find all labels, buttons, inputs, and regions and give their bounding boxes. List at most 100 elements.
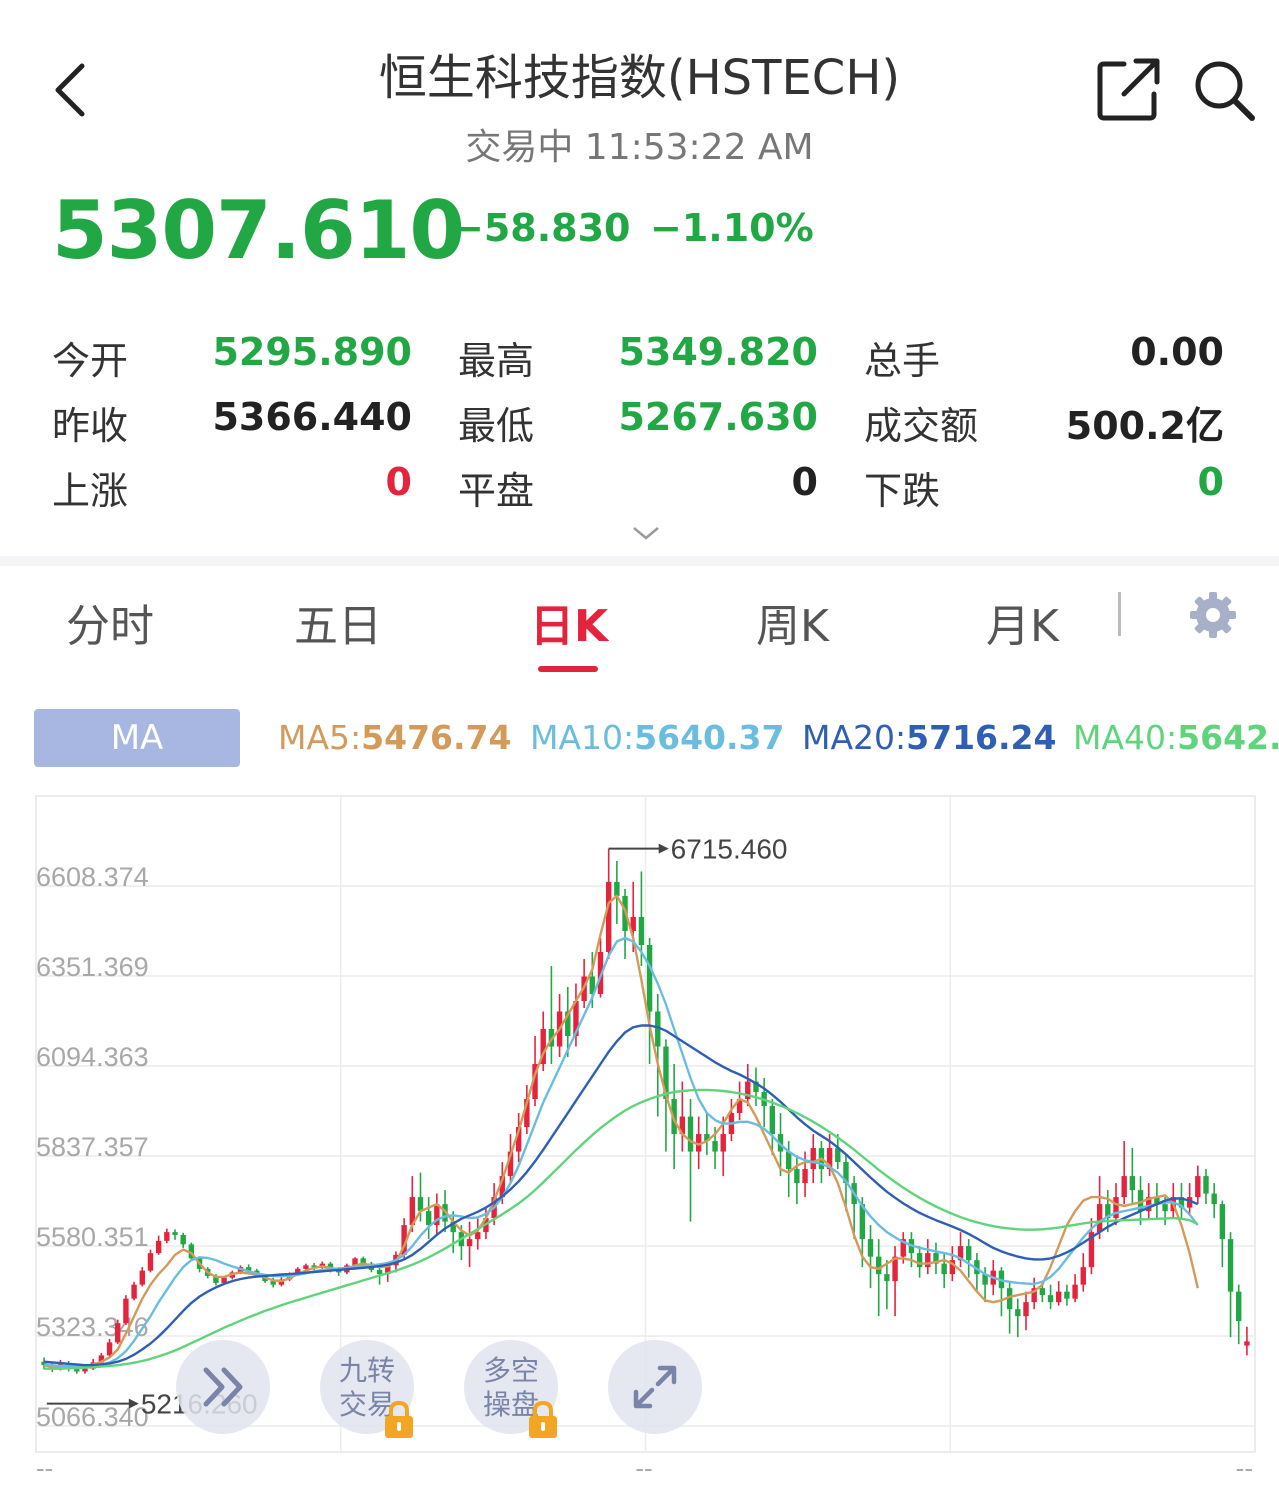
prev-close-value: 5366.440 bbox=[212, 395, 412, 439]
y-tick-label: 6351.369 bbox=[36, 952, 149, 982]
candle-body bbox=[1203, 1176, 1209, 1194]
candle-body bbox=[810, 1148, 816, 1170]
candle-body bbox=[925, 1253, 931, 1268]
lock-icon bbox=[385, 1400, 413, 1438]
ma10-value: 5640.37 bbox=[634, 718, 785, 757]
candle-body bbox=[794, 1169, 800, 1184]
open-label: 今开 bbox=[52, 339, 129, 383]
candle-body bbox=[425, 1211, 432, 1226]
ma40-legend: MA40:5642.5 bbox=[1073, 718, 1279, 757]
candle-body bbox=[916, 1253, 923, 1268]
ma5-value: 5476.74 bbox=[361, 718, 512, 757]
candle-body bbox=[1047, 1295, 1054, 1303]
candle-body bbox=[1039, 1288, 1046, 1296]
y-tick-label: 5580.351 bbox=[36, 1222, 149, 1252]
candle-body bbox=[720, 1134, 726, 1152]
ma-lines bbox=[43, 894, 1199, 1370]
y-axis-ticks: 6608.374 6351.369 6094.363 5837.357 5580.351… bbox=[36, 862, 149, 1432]
candle-body bbox=[115, 1323, 121, 1343]
ma5-label: MA5: bbox=[278, 718, 362, 757]
open-value: 5295.890 bbox=[212, 330, 412, 374]
candle-body bbox=[466, 1239, 473, 1247]
candle-body bbox=[1129, 1176, 1136, 1191]
price-change: −58.830 bbox=[452, 206, 631, 250]
y-tick-label: 6094.363 bbox=[36, 1042, 149, 1072]
tab-monthly-k[interactable]: 月K bbox=[986, 590, 1059, 654]
max-value-label: 6715.460 bbox=[671, 834, 788, 865]
candle-body bbox=[172, 1232, 178, 1235]
expand-icon bbox=[633, 1365, 677, 1409]
tab-daily-k[interactable]: 日K bbox=[530, 590, 608, 654]
candle-body bbox=[1244, 1341, 1250, 1346]
prev-close-label: 昨收 bbox=[52, 404, 129, 448]
y-tick-label: 5837.357 bbox=[36, 1132, 149, 1162]
candle-body bbox=[1195, 1176, 1201, 1198]
search-icon[interactable] bbox=[1192, 58, 1256, 122]
turnover-label: 成交额 bbox=[864, 404, 979, 448]
candle-body bbox=[376, 1269, 383, 1275]
x-axis-label: -- bbox=[36, 1453, 53, 1483]
candle-body bbox=[1121, 1176, 1127, 1198]
fullscreen-button[interactable] bbox=[608, 1340, 702, 1434]
double-chevron-right-icon bbox=[203, 1367, 243, 1407]
tab-weekly-k[interactable]: 周K bbox=[756, 590, 829, 654]
candle-body bbox=[966, 1246, 972, 1261]
candle-body bbox=[82, 1368, 88, 1372]
advancers-label: 上涨 bbox=[52, 469, 129, 513]
x-axis-label: -- bbox=[1236, 1453, 1253, 1483]
chart-period-tabs: 分时 五日 日K 周K 月K bbox=[0, 580, 1279, 680]
candle-body bbox=[131, 1284, 137, 1299]
ma-indicator-button[interactable]: MA bbox=[34, 709, 240, 767]
volume-label: 总手 bbox=[864, 339, 941, 383]
candle-body bbox=[1072, 1284, 1078, 1299]
candle-body bbox=[875, 1256, 882, 1275]
unchanged-label: 平盘 bbox=[458, 469, 535, 513]
gear-icon[interactable] bbox=[1188, 590, 1238, 640]
tab-intraday[interactable]: 分时 bbox=[66, 590, 154, 654]
candle-body bbox=[1080, 1267, 1086, 1285]
trading-status: 交易中 11:53:22 AM bbox=[465, 127, 814, 168]
advancers-value: 0 bbox=[385, 460, 412, 504]
current-price: 5307.610 bbox=[52, 184, 465, 277]
candle-body bbox=[1219, 1204, 1226, 1240]
candle-body bbox=[1015, 1309, 1021, 1317]
chevron-down-icon[interactable] bbox=[630, 522, 662, 544]
ma10-label: MA10: bbox=[530, 718, 635, 757]
candle-body bbox=[1096, 1204, 1103, 1233]
ma20-label: MA20: bbox=[802, 718, 907, 757]
tab-five-day[interactable]: 五日 bbox=[294, 590, 382, 654]
price-change-percent: −1.10% bbox=[650, 206, 814, 250]
active-tab-indicator bbox=[538, 666, 598, 672]
jiuzhuan-label-line1: 九转 bbox=[338, 1354, 395, 1387]
candle-body bbox=[475, 1232, 481, 1240]
ma40-value: 5642.5 bbox=[1177, 718, 1279, 757]
y-tick-label: 5323.346 bbox=[36, 1312, 149, 1342]
candle-body bbox=[139, 1270, 145, 1285]
ma40-line bbox=[44, 1088, 1199, 1370]
share-icon[interactable] bbox=[1096, 56, 1162, 122]
candle-body bbox=[605, 881, 612, 952]
turnover-value: 500.2亿 bbox=[1065, 404, 1224, 448]
x-axis-labels: -- -- -- bbox=[36, 1453, 1253, 1483]
duokong-label-line1: 多空 bbox=[482, 1354, 539, 1387]
collapse-tools-button[interactable] bbox=[176, 1340, 270, 1434]
candle-body bbox=[180, 1234, 186, 1245]
ma5-legend: MA5:5476.74 bbox=[278, 718, 511, 757]
ma40-label: MA40: bbox=[1073, 718, 1178, 757]
low-label: 最低 bbox=[458, 404, 535, 448]
x-axis-label: -- bbox=[635, 1453, 652, 1483]
candle-body bbox=[1064, 1291, 1070, 1299]
candle-body bbox=[614, 881, 620, 896]
decliners-value: 0 bbox=[1197, 460, 1224, 504]
candle-body bbox=[802, 1169, 808, 1184]
candle-body bbox=[1023, 1302, 1029, 1317]
max-pointer-arrow bbox=[658, 843, 669, 854]
high-value: 5349.820 bbox=[618, 330, 818, 374]
candle-body bbox=[155, 1240, 162, 1254]
candle-body bbox=[646, 944, 653, 1012]
low-value: 5267.630 bbox=[618, 395, 818, 439]
ma20-legend: MA20:5716.24 bbox=[802, 718, 1056, 757]
candle-body bbox=[1211, 1193, 1217, 1205]
candle-body bbox=[303, 1265, 309, 1269]
candle-body bbox=[1056, 1291, 1062, 1303]
